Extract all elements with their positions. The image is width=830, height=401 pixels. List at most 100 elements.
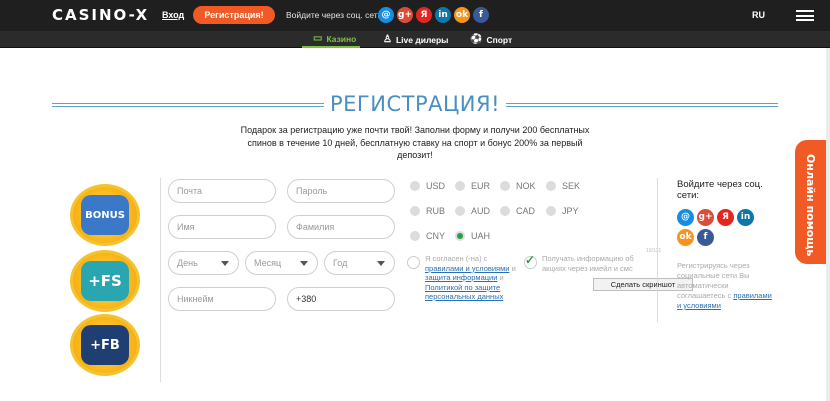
day-select[interactable]: День	[168, 251, 239, 275]
register-button[interactable]: Регистрация!	[193, 6, 275, 24]
google-plus-icon[interactable]: g+	[697, 209, 714, 226]
mail-ru-icon[interactable]: @	[677, 209, 694, 226]
radio-button[interactable]	[410, 206, 420, 216]
password-field[interactable]	[287, 179, 395, 203]
month-select[interactable]: Месяц	[245, 251, 318, 275]
header-social-icons: @ g+ Яin ok f	[378, 7, 489, 23]
terms-link[interactable]: правилами и условиями	[425, 264, 509, 273]
currency-option[interactable]: CAD	[500, 206, 535, 216]
currency-option[interactable]: CNY	[410, 231, 445, 241]
tab-label: Спорт	[486, 34, 513, 45]
currency-option[interactable]: SEK	[546, 181, 580, 191]
radio-button[interactable]	[500, 181, 510, 191]
radio-button[interactable]	[455, 206, 465, 216]
month-select-value: Месяц	[254, 258, 282, 268]
divider	[160, 178, 161, 382]
char-counter: 10/131	[646, 248, 662, 254]
tab-live-dealers[interactable]: ♙ Live дилеры	[383, 31, 448, 48]
social-login-panel: Войдите через соц. сети: @ g+ Яin ok f Регис…	[677, 179, 777, 311]
radio-button[interactable]	[546, 206, 556, 216]
heading-divider-left	[52, 103, 324, 107]
last-name-field[interactable]	[287, 215, 395, 239]
tab-label: Казино	[326, 33, 357, 44]
currency-label: SEK	[562, 181, 581, 191]
currency-label: USD	[426, 181, 446, 191]
tab-sport[interactable]: ⚽ Спорт	[470, 31, 512, 48]
scrollbar[interactable]	[826, 48, 830, 401]
currency-label: NOK	[516, 181, 536, 191]
nickname-field[interactable]	[168, 287, 276, 311]
currency-option[interactable]: RUB	[410, 206, 445, 216]
promo-badges: BONUS +FS +FB	[62, 178, 148, 378]
odnoklassniki-icon[interactable]: ok	[454, 7, 470, 23]
facebook-icon[interactable]: f	[697, 229, 714, 246]
tab-casino[interactable]: ▭ Казино	[302, 31, 360, 48]
year-select-value: Год	[333, 258, 348, 268]
currency-option[interactable]: JPY	[546, 206, 579, 216]
social-login-note: Регистрируясь через социальные сети Вы а…	[677, 261, 777, 311]
agree-checkbox[interactable]	[407, 256, 420, 269]
email-field[interactable]	[168, 179, 276, 203]
password-input[interactable]	[296, 180, 394, 202]
yandex-icon[interactable]: Я	[717, 209, 734, 226]
slot-icon: ▭	[313, 32, 323, 44]
last-name-input[interactable]	[296, 216, 394, 238]
first-name-input[interactable]	[177, 216, 275, 238]
agree-prefix: Я согласен (-на) с	[425, 254, 488, 263]
linkedin-icon[interactable]: in	[435, 7, 451, 23]
radio-button[interactable]	[500, 206, 510, 216]
casino-logo[interactable]: CASINO-X	[52, 6, 149, 24]
bonus-label: BONUS	[81, 195, 129, 235]
year-select[interactable]: Год	[324, 251, 395, 275]
odnoklassniki-icon[interactable]: ok	[677, 229, 694, 246]
privacy-policy-link[interactable]: Политикой по защите персональных данных	[425, 283, 503, 302]
radio-button[interactable]	[410, 231, 420, 241]
section-nav: ▭ Казино ♙ Live дилеры ⚽ Спорт	[0, 31, 830, 48]
free-spins-badge: +FS	[70, 250, 140, 312]
radio-button-selected[interactable]	[455, 231, 465, 241]
social-login-title: Войдите через соц. сети:	[677, 179, 763, 201]
email-input[interactable]	[177, 180, 275, 202]
phone-field[interactable]	[287, 287, 395, 311]
google-plus-icon[interactable]: g+	[397, 7, 413, 23]
social-login-label: Войдите через соц. сети:	[286, 10, 385, 20]
first-name-field[interactable]	[168, 215, 276, 239]
phone-input[interactable]	[296, 288, 394, 310]
agree-and: и	[499, 273, 504, 282]
language-selector[interactable]: RU	[752, 10, 765, 20]
linkedin-icon[interactable]: in	[737, 209, 754, 226]
nickname-input[interactable]	[177, 288, 275, 310]
agree-and: и	[511, 263, 516, 273]
currency-option-selected[interactable]: UAH	[455, 231, 490, 241]
online-help-label: Онлайн помощь	[804, 154, 817, 257]
checkmark-icon: ✓	[525, 253, 536, 267]
data-protection-link[interactable]: защита информации	[425, 273, 497, 282]
page-title: РЕГИСТРАЦИЯ!	[330, 92, 500, 116]
login-link[interactable]: Вход	[162, 10, 184, 20]
divider	[657, 178, 658, 322]
tab-label: Live дилеры	[395, 34, 449, 45]
currency-label: RUB	[426, 206, 446, 216]
currency-option[interactable]: NOK	[500, 181, 536, 191]
yandex-icon[interactable]: Я	[416, 7, 432, 23]
currency-option[interactable]: EUR	[455, 181, 490, 191]
radio-button[interactable]	[546, 181, 556, 191]
free-bet-badge: +FB	[70, 314, 140, 376]
ball-icon: ⚽	[470, 33, 483, 45]
currency-label: JPY	[562, 206, 579, 216]
currency-option[interactable]: AUD	[455, 206, 490, 216]
bonus-badge: BONUS	[70, 184, 140, 246]
menu-icon[interactable]	[796, 10, 814, 21]
social-login-icons: @ g+ Яin ok f	[677, 209, 757, 246]
newsletter-text: Получать информацию об акциях через имей…	[542, 254, 634, 273]
radio-button[interactable]	[455, 181, 465, 191]
radio-button[interactable]	[410, 181, 420, 191]
currency-option[interactable]: USD	[410, 181, 445, 191]
day-select-value: День	[177, 258, 198, 268]
mail-ru-icon[interactable]: @	[378, 7, 394, 23]
dealer-icon: ♙	[383, 33, 392, 45]
online-help-button[interactable]: Онлайн помощь	[795, 140, 830, 264]
facebook-icon[interactable]: f	[473, 7, 489, 23]
agree-text: Я согласен (-на) с правилами и условиями…	[425, 254, 518, 302]
currency-label: EUR	[471, 181, 491, 191]
